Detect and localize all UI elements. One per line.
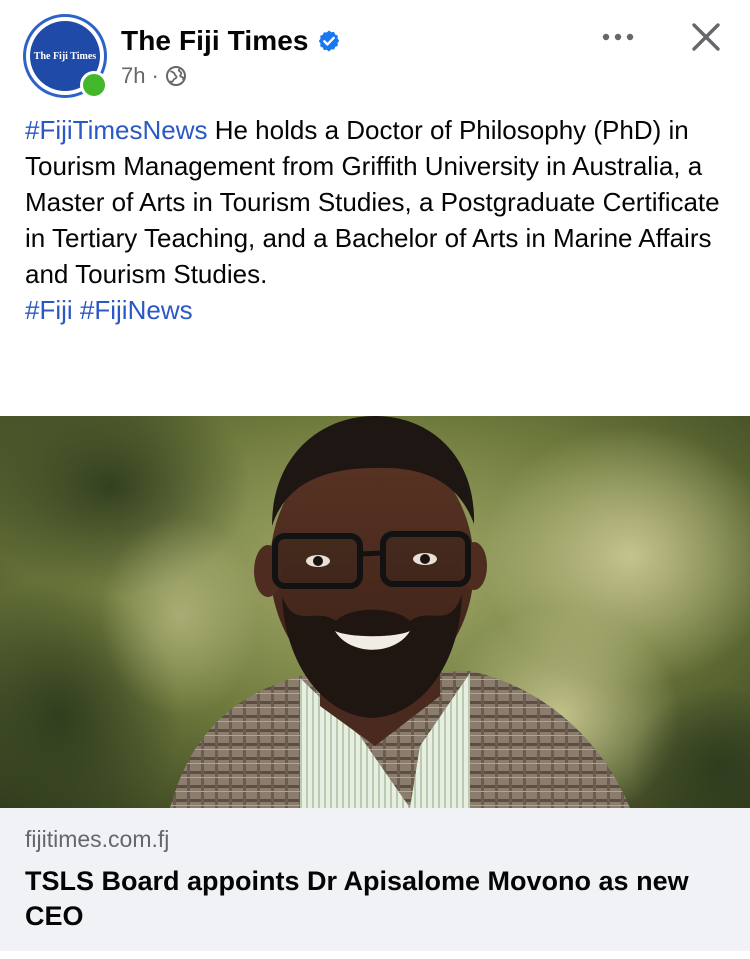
post-meta: 7h · [121,62,187,90]
verified-badge-icon [317,29,341,53]
hashtags-line: #Fiji #FijiNews [25,292,725,328]
close-button[interactable] [686,17,726,57]
more-options-icon [602,33,634,41]
post-time[interactable]: 7h [121,63,145,89]
post-header: The Fiji Times The Fiji Times 7h · [0,0,750,110]
page-name-link[interactable]: The Fiji Times [121,25,309,57]
globe-icon[interactable] [165,65,187,87]
avatar-logo-text: The Fiji Times [33,50,97,62]
hashtag-link[interactable]: #FijiTimesNews [25,115,208,145]
meta-separator: · [151,63,159,88]
bottom-divider [0,951,750,959]
more-options-button[interactable] [596,22,640,52]
post-message: #FijiTimesNews He holds a Doctor of Phil… [25,112,725,328]
hashtag-link[interactable]: #FijiNews [80,295,193,325]
close-icon [692,23,720,51]
link-preview-image[interactable] [0,416,750,808]
facebook-post: The Fiji Times The Fiji Times 7h · #Fiji… [0,0,750,959]
link-domain: fijitimes.com.fj [25,826,170,852]
link-title[interactable]: TSLS Board appoints Dr Apisalome Movono … [25,864,725,934]
online-status-dot [80,71,108,99]
page-name-row: The Fiji Times [121,22,341,60]
link-preview-info[interactable]: fijitimes.com.fj TSLS Board appoints Dr … [0,808,750,951]
page-avatar[interactable]: The Fiji Times [23,14,108,99]
hashtag-link[interactable]: #Fiji [25,295,73,325]
